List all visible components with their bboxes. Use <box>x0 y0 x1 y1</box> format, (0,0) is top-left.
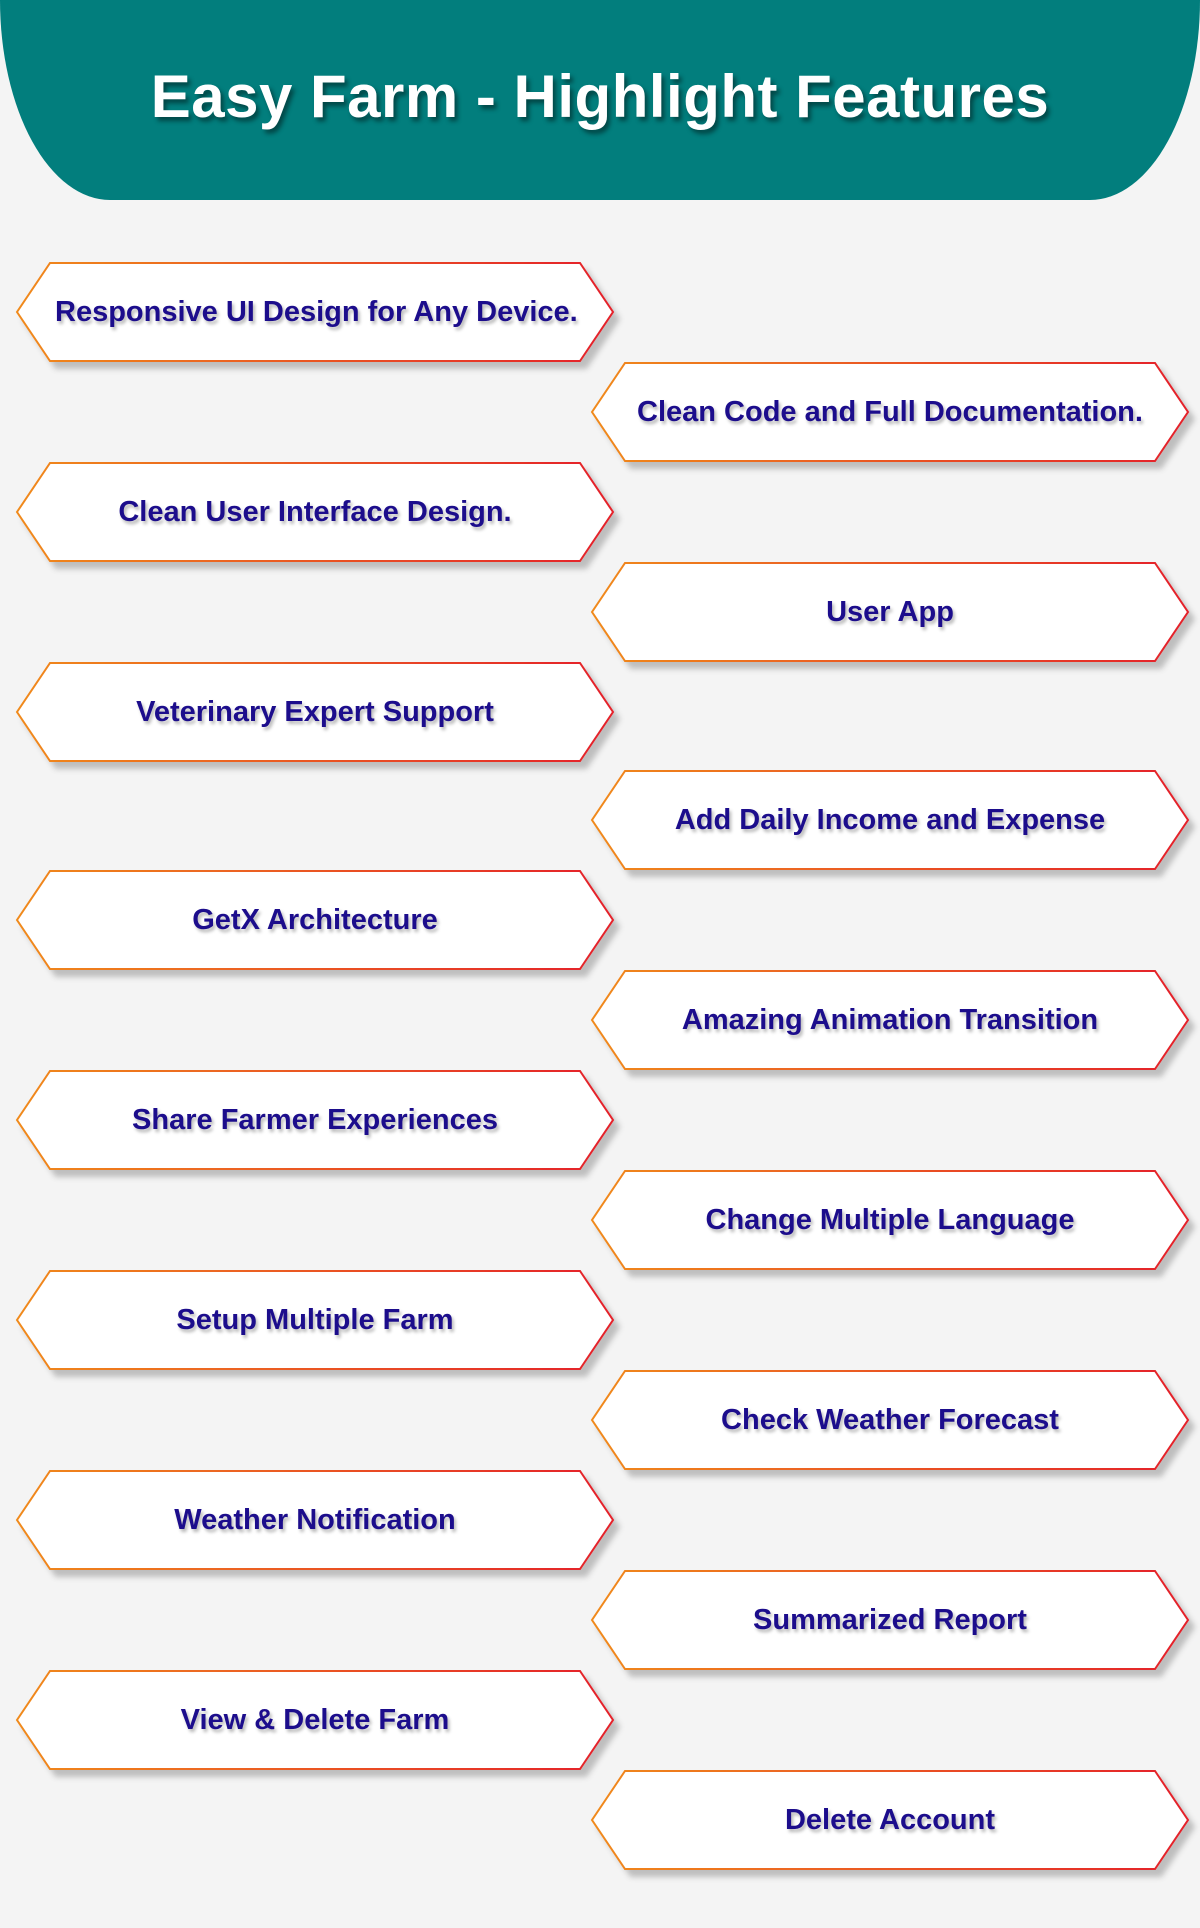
feature-tag: Summarized Report <box>590 1570 1190 1670</box>
feature-tag: View & Delete Farm <box>15 1670 615 1770</box>
feature-label: Summarized Report <box>753 1604 1027 1636</box>
feature-tag: Setup Multiple Farm <box>15 1270 615 1370</box>
feature-label: Veterinary Expert Support <box>136 696 494 728</box>
feature-tag: User App <box>590 562 1190 662</box>
feature-tag: Responsive UI Design for Any Device. <box>15 262 615 362</box>
feature-label: Amazing Animation Transition <box>681 1004 1099 1036</box>
feature-label: Delete Account <box>784 1804 996 1836</box>
feature-tag: Share Farmer Experiences <box>15 1070 615 1170</box>
feature-label: Change Multiple Language <box>705 1204 1075 1236</box>
feature-tag: Change Multiple Language <box>590 1170 1190 1270</box>
feature-label: Clean User Interface Design. <box>118 496 512 528</box>
feature-label: User App <box>826 596 954 628</box>
feature-tag: Delete Account <box>590 1770 1190 1870</box>
feature-label: Check Weather Forecast <box>721 1404 1059 1436</box>
feature-label: Weather Notification <box>174 1504 456 1536</box>
feature-label: GetX Architecture <box>192 904 438 936</box>
feature-tag: Weather Notification <box>15 1470 615 1570</box>
feature-list: Responsive UI Design for Any Device. Clea… <box>0 0 1200 1928</box>
feature-tag: Veterinary Expert Support <box>15 662 615 762</box>
feature-label: Add Daily Income and Expense <box>674 804 1106 836</box>
feature-tag: Add Daily Income and Expense <box>590 770 1190 870</box>
feature-tag: GetX Architecture <box>15 870 615 970</box>
feature-tag: Clean Code and Full Documentation. <box>590 362 1190 462</box>
feature-label: Share Farmer Experiences <box>132 1104 498 1136</box>
feature-label: Responsive UI Design for Any Device. <box>55 296 578 328</box>
feature-label: Setup Multiple Farm <box>176 1304 454 1336</box>
feature-tag: Clean User Interface Design. <box>15 462 615 562</box>
feature-label: View & Delete Farm <box>180 1704 450 1736</box>
feature-label: Clean Code and Full Documentation. <box>637 396 1143 428</box>
feature-tag: Check Weather Forecast <box>590 1370 1190 1470</box>
feature-tag: Amazing Animation Transition <box>590 970 1190 1070</box>
